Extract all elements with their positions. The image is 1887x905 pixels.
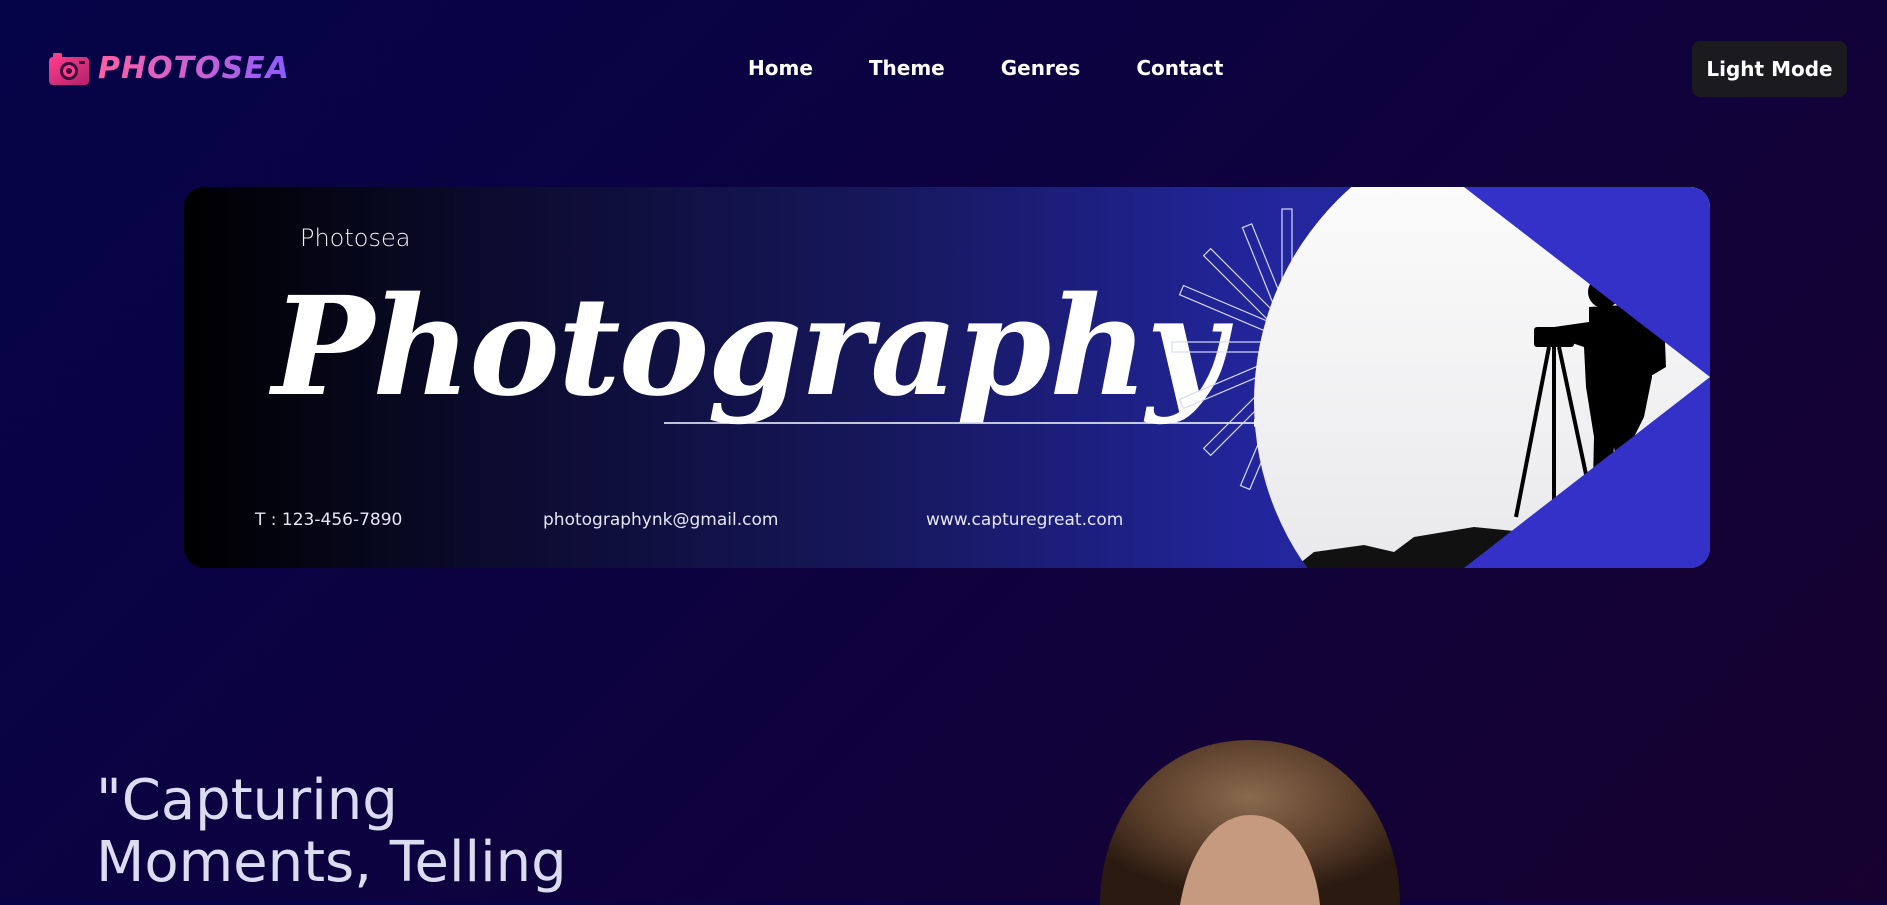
nav-link-home[interactable]: Home: [748, 56, 813, 80]
banner-brand: Photosea: [300, 224, 411, 252]
nav-links: Home Theme Genres Contact: [748, 56, 1279, 80]
camera-icon: [49, 53, 89, 85]
hero-banner: Photosea Photography T : 123-456-7890 ph…: [184, 187, 1710, 568]
brand-name: PHOTOSEA: [98, 50, 290, 86]
hero-quote-line-2: Moments, Telling: [96, 830, 567, 895]
light-mode-button[interactable]: Light Mode: [1692, 41, 1847, 97]
hero-quote-line-1: "Capturing: [96, 768, 398, 833]
banner-email: photographynk@gmail.com: [543, 510, 779, 530]
top-nav: PHOTOSEA Home Theme Genres Contact Light…: [0, 0, 1887, 140]
nav-link-theme[interactable]: Theme: [869, 56, 945, 80]
portrait-photo: [1100, 740, 1400, 905]
hero-quote: "Capturing Moments, Telling: [96, 770, 796, 894]
banner-website: www.capturegreat.com: [926, 510, 1124, 530]
blue-triangle-decoration: [1464, 187, 1710, 568]
brand-logo[interactable]: PHOTOSEA: [48, 50, 290, 86]
banner-phone: T : 123-456-7890: [255, 510, 403, 530]
banner-title: Photography: [272, 267, 1225, 427]
nav-link-contact[interactable]: Contact: [1136, 56, 1223, 80]
nav-link-genres[interactable]: Genres: [1001, 56, 1081, 80]
